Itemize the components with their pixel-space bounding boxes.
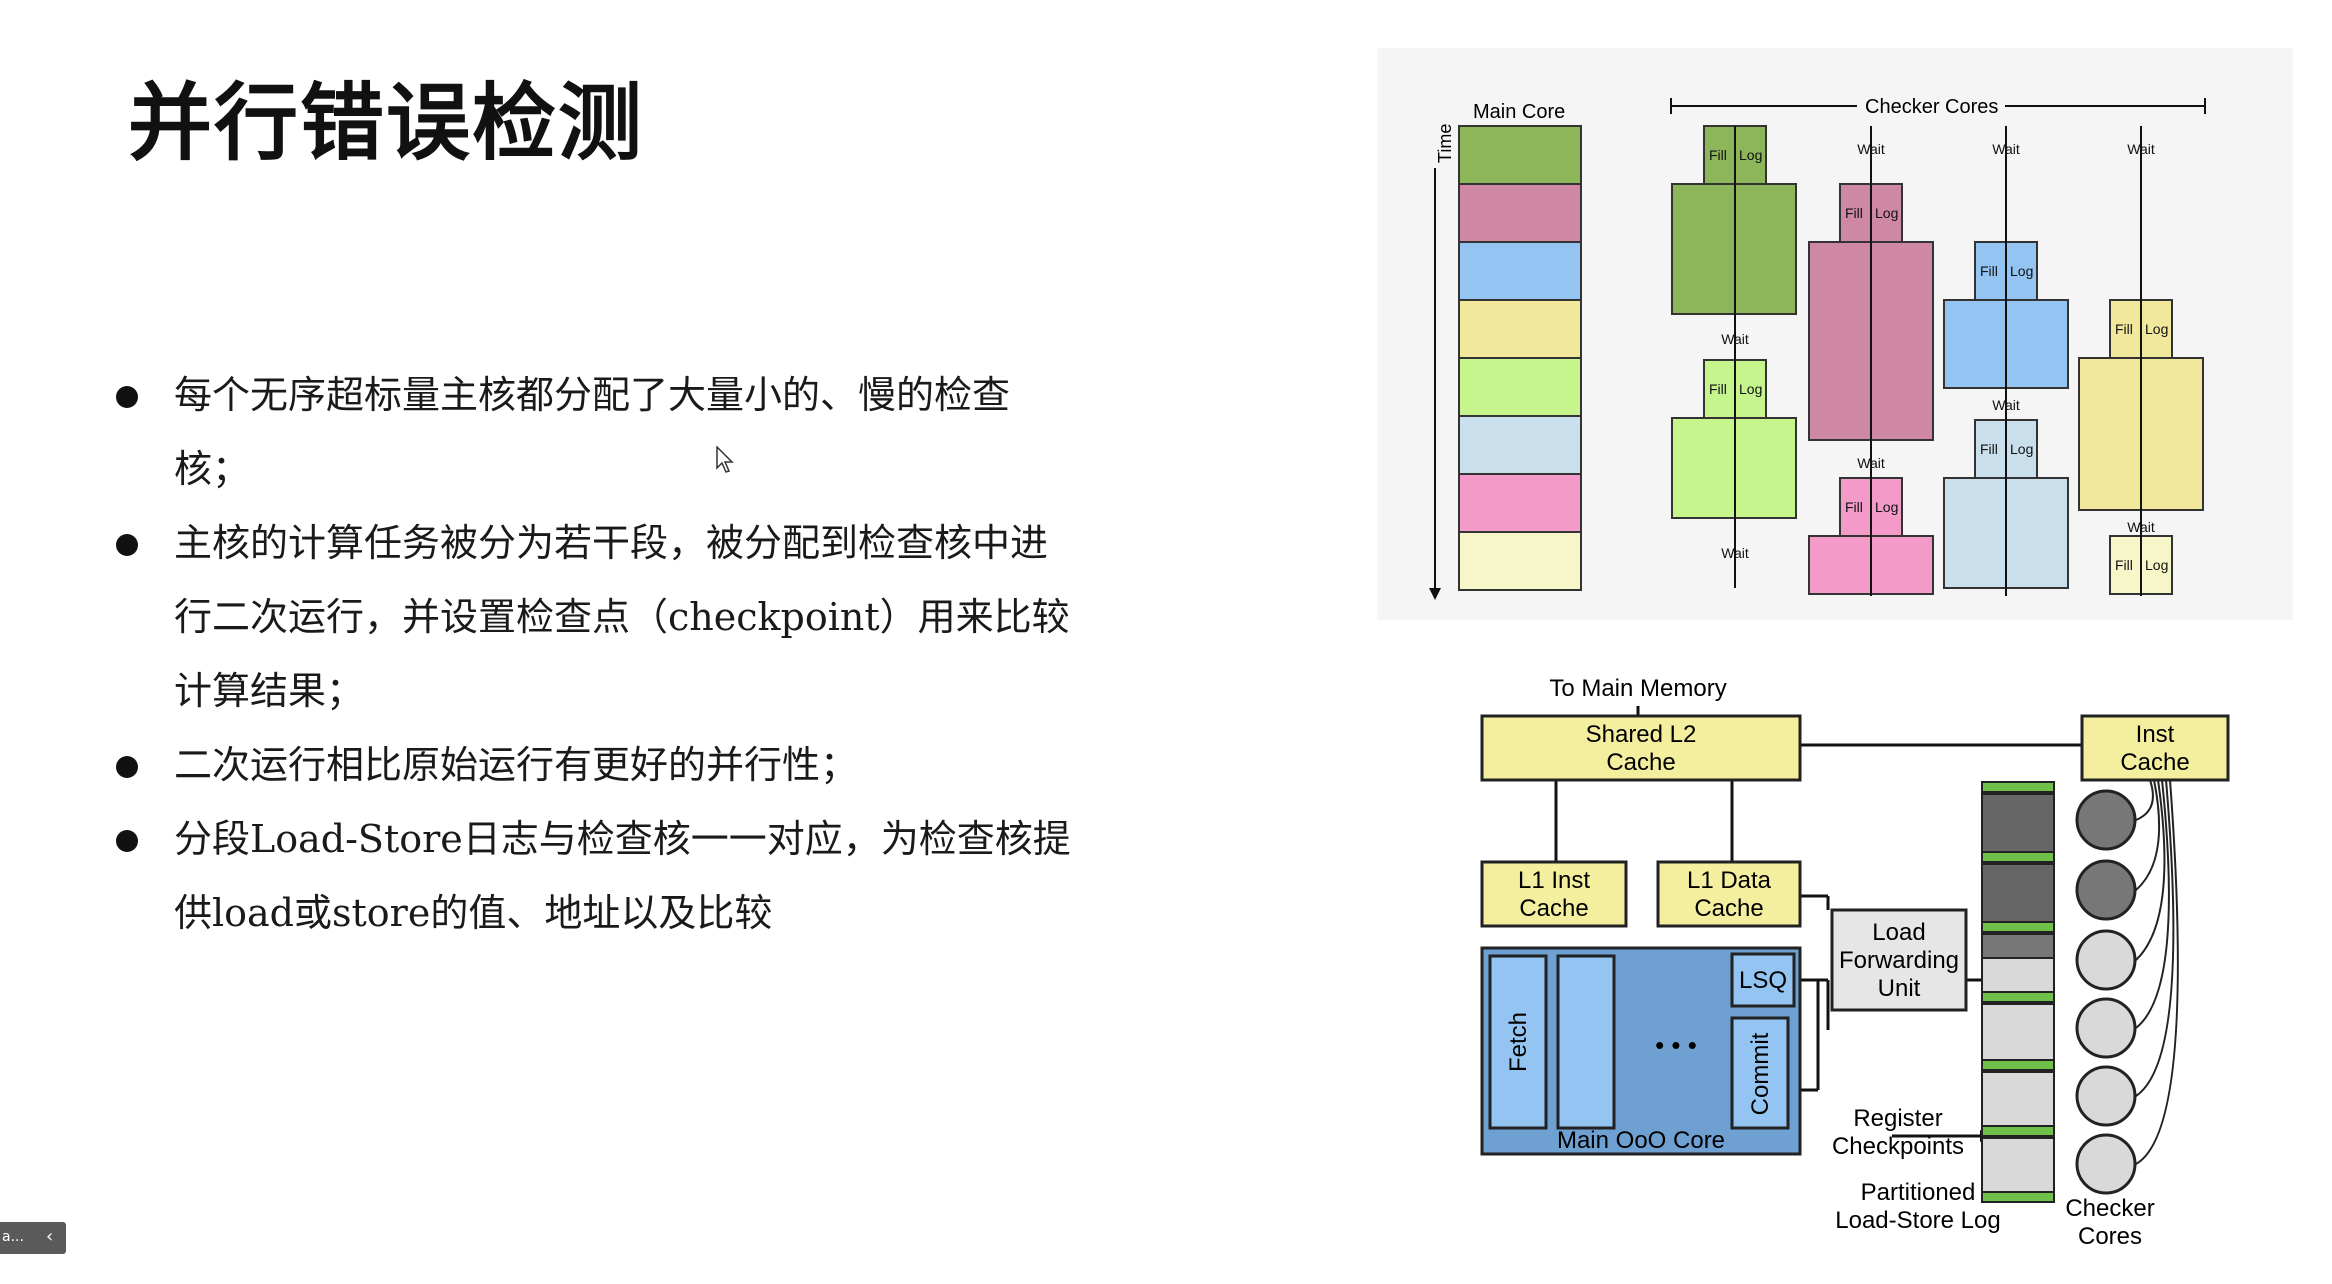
previous-slide-icon[interactable]: ‹	[46, 1226, 53, 1247]
log-label: Log	[2145, 321, 2168, 337]
bullet-text-2: 主核的计算任务被分为若干段，被分配到检查核中进行二次运行，并设置检查点（chec…	[174, 521, 1070, 713]
pipeline-stage-box	[1556, 954, 1616, 1130]
lfu-label: Load	[1872, 919, 1925, 946]
wait-label: Wait	[1992, 141, 2020, 157]
l1-data-label: Cache	[1694, 895, 1763, 922]
fill-label: Fill	[1845, 499, 1863, 515]
fill-label: Fill	[1709, 147, 1727, 163]
checker-core-circles	[2075, 789, 2137, 1195]
partitioned-log-label: Partitioned	[1861, 1179, 1976, 1206]
main-segment	[1458, 357, 1582, 417]
log-label: Log	[1739, 381, 1762, 397]
l1-data-label: L1 Data	[1687, 867, 1772, 894]
fill-label: Fill	[2115, 557, 2133, 573]
checker-cores-label: Cores	[2078, 1223, 2142, 1250]
checker-cores-label: Checker Cores	[1865, 96, 1998, 118]
lfu-label: Forwarding	[1839, 947, 1959, 974]
checker-column-1	[1671, 125, 1797, 588]
wait-label: Wait	[2127, 519, 2155, 535]
lsq-label: LSQ	[1739, 967, 1787, 994]
to-main-memory-label: To Main Memory	[1549, 675, 1726, 702]
inst-cache-label: Inst	[2136, 721, 2175, 748]
commit-label: Commit	[1747, 1032, 1774, 1115]
bullet-dot-icon	[116, 386, 138, 408]
architecture-figure: To Main Memory Shared L2 Cache Inst Cach…	[1480, 675, 2230, 1250]
log-label: Log	[1875, 205, 1898, 221]
wait-label: Wait	[1857, 455, 1885, 471]
register-checkpoints-label: Checkpoints	[1832, 1133, 1964, 1160]
bullet-text-1: 每个无序超标量主核都分配了大量小的、慢的检查核；	[174, 373, 1011, 491]
fill-label: Fill	[1845, 205, 1863, 221]
wait-label: Wait	[1721, 545, 1749, 561]
bullet-item: 二次运行相比原始运行有更好的并行性；	[112, 728, 1072, 802]
bullet-text-4: 分段Load-Store日志与检查核一一对应，为检查核提供load或store的…	[174, 817, 1071, 935]
bullet-item: 每个无序超标量主核都分配了大量小的、慢的检查核；	[112, 358, 1072, 506]
main-core-segments	[1458, 125, 1582, 591]
checker-core	[2075, 929, 2137, 991]
bullet-list: 每个无序超标量主核都分配了大量小的、慢的检查核； 主核的计算任务被分为若干段，被…	[112, 358, 1072, 950]
checker-column-2	[1808, 126, 1934, 596]
l1-inst-label: L1 Inst	[1518, 867, 1590, 894]
fill-label: Fill	[1980, 263, 1998, 279]
lfu-label: Unit	[1878, 975, 1921, 1002]
log-label: Log	[1739, 147, 1762, 163]
register-checkpoints-label: Register	[1853, 1105, 1942, 1132]
shared-l2-label: Cache	[1606, 749, 1675, 776]
main-segment	[1458, 531, 1582, 591]
fill-label: Fill	[2115, 321, 2133, 337]
main-segment	[1458, 473, 1582, 533]
main-core-label: Main OoO Core	[1557, 1127, 1725, 1154]
pipeline-ellipsis: • • •	[1655, 1030, 1697, 1060]
log-label: Log	[1875, 499, 1898, 515]
main-core-label: Main Core	[1473, 101, 1565, 123]
partitioned-log-label: Load-Store Log	[1835, 1207, 2000, 1234]
bullet-text-3: 二次运行相比原始运行有更好的并行性；	[174, 743, 859, 787]
inst-cache-label: Cache	[2120, 749, 2189, 776]
main-segment	[1458, 241, 1582, 301]
mouse-cursor-icon	[716, 446, 734, 473]
toolbar-menu-label[interactable]: a...	[2, 1229, 24, 1245]
bullet-item: 主核的计算任务被分为若干段，被分配到检查核中进行二次运行，并设置检查点（chec…	[112, 506, 1072, 728]
checker-cores-label: Checker	[2065, 1195, 2154, 1222]
time-label: Time	[1435, 124, 1455, 163]
bullet-dot-icon	[116, 830, 138, 852]
wait-label: Wait	[1857, 141, 1885, 157]
timeline-figure: Time Main Core Checker Cores Fill Log Fi…	[1429, 96, 2206, 600]
fetch-label: Fetch	[1505, 1012, 1532, 1072]
checker-core	[2075, 789, 2137, 851]
checker-column-3	[1943, 126, 2069, 596]
log-label: Log	[2010, 263, 2033, 279]
fill-label: Fill	[1709, 381, 1727, 397]
wait-label: Wait	[1721, 331, 1749, 347]
bullet-dot-icon	[116, 534, 138, 556]
log-label: Log	[2145, 557, 2168, 573]
log-label: Log	[2010, 441, 2033, 457]
main-segment	[1458, 299, 1582, 359]
l1-inst-label: Cache	[1519, 895, 1588, 922]
checker-core	[2075, 1133, 2137, 1195]
wait-label: Wait	[2127, 141, 2155, 157]
slide-nav-toolbar[interactable]: a... ‹	[0, 1222, 66, 1254]
main-segment	[1458, 125, 1582, 185]
checker-core	[2075, 859, 2137, 921]
slide-title: 并行错误检测	[128, 74, 645, 172]
bullet-dot-icon	[116, 756, 138, 778]
checker-core	[2075, 997, 2137, 1059]
main-segment	[1458, 415, 1582, 475]
main-segment	[1458, 183, 1582, 243]
fill-label: Fill	[1980, 441, 1998, 457]
bullet-item: 分段Load-Store日志与检查核一一对应，为检查核提供load或store的…	[112, 802, 1072, 950]
wait-label: Wait	[1992, 397, 2020, 413]
checker-core	[2075, 1065, 2137, 1127]
shared-l2-label: Shared L2	[1586, 721, 1697, 748]
partitioned-log-column	[1981, 781, 2055, 1203]
